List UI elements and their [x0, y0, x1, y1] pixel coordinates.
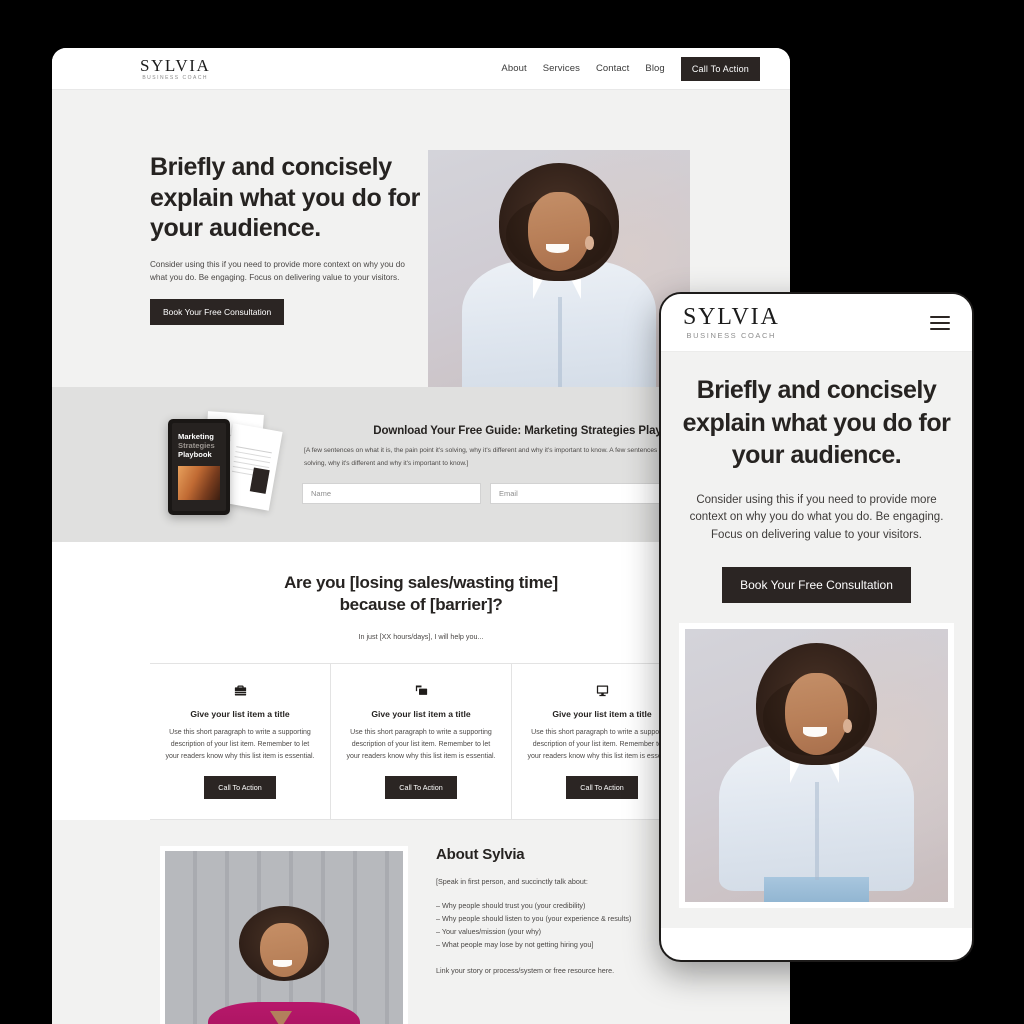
ebook-tablet: Marketing Strategies Playbook [168, 418, 230, 515]
mobile-brand-name: SYLVIA [683, 304, 780, 331]
feature-card: Give your list item a title Use this sho… [150, 663, 331, 820]
windows-icon [345, 682, 497, 700]
nav-link-contact[interactable]: Contact [596, 63, 629, 74]
portrait-illustration-2 [165, 851, 403, 1024]
hamburger-bar [930, 327, 950, 330]
nav-link-services[interactable]: Services [543, 63, 580, 74]
about-bullet: – What people may lose by not getting hi… [436, 939, 594, 949]
about-image [160, 846, 408, 1024]
desktop-hero-cta-button[interactable]: Book Your Free Consultation [150, 298, 285, 325]
desktop-logo[interactable]: SYLVIA BUSINESS COACH [140, 57, 210, 81]
briefcase-icon [164, 682, 316, 700]
mobile-hero-image [679, 622, 954, 908]
feature-card-cta-button[interactable]: Call To Action [385, 776, 457, 800]
portrait-placket [815, 781, 820, 881]
mobile-brand-tagline: BUSINESS COACH [686, 331, 777, 341]
ebook-cover-photo [178, 465, 220, 500]
feature-cards: Give your list item a title Use this sho… [150, 662, 692, 821]
brand-name: SYLVIA [140, 55, 211, 75]
about-bullet: – Why people should trust you (your cred… [436, 901, 586, 911]
ebook-cover-title: Marketing Strategies Playbook [178, 432, 220, 460]
mobile-mockup: SYLVIA BUSINESS COACH Briefly and concis… [659, 292, 974, 962]
portrait-earring [842, 719, 852, 733]
desktop-nav: About Services Contact Blog Call To Acti… [501, 56, 760, 81]
mobile-hero-cta-button[interactable]: Book Your Free Consultation [722, 566, 911, 603]
email-input[interactable] [490, 482, 669, 504]
ebook-mockup: Marketing Strategies Playbook [160, 409, 283, 521]
mobile-header: SYLVIA BUSINESS COACH [661, 294, 972, 352]
desktop-hero-body: Consider using this if you need to provi… [150, 259, 405, 283]
feature-card-body: Use this short paragraph to write a supp… [527, 728, 677, 761]
mobile-logo[interactable]: SYLVIA BUSINESS COACH [683, 305, 780, 340]
feature-card-title: Give your list item a title [190, 708, 290, 719]
portrait-skirt [763, 877, 870, 902]
about-bullet: – Your values/mission (your why) [436, 926, 542, 936]
feature-card-body: Use this short paragraph to write a supp… [346, 728, 496, 761]
portrait2-smile [273, 960, 293, 967]
portrait-illustration [428, 150, 690, 412]
feature-card-cta-button[interactable]: Call To Action [204, 776, 276, 800]
ebook-screen: Marketing Strategies Playbook [172, 422, 226, 511]
about-bullet: – Why people should listen to you (your … [436, 914, 632, 924]
brand-tagline: BUSINESS COACH [142, 74, 209, 81]
portrait-face [784, 672, 849, 755]
nav-link-blog[interactable]: Blog [645, 63, 664, 74]
feature-card: Give your list item a title Use this sho… [331, 663, 512, 820]
portrait-placket [557, 296, 562, 392]
desktop-hero-heading: Briefly and concisely explain what you d… [150, 153, 420, 243]
feature-card-title: Give your list item a title [552, 708, 652, 719]
portrait2-face [260, 922, 308, 978]
mobile-hero-section: Briefly and concisely explain what you d… [661, 352, 972, 928]
ebook-title-line3: Playbook [178, 450, 212, 460]
about-tail-text: Link your story or process/system or fre… [436, 965, 615, 975]
portrait-face [527, 191, 591, 271]
portrait-earring [585, 236, 595, 250]
hamburger-icon[interactable] [930, 315, 950, 330]
mobile-hero-heading: Briefly and concisely explain what you d… [682, 376, 951, 469]
nav-cta-button[interactable]: Call To Action [680, 56, 760, 81]
monitor-icon [526, 682, 678, 700]
pain-heading: Are you [losing sales/wasting time] beca… [284, 573, 558, 614]
portrait2-neckline [269, 1010, 292, 1024]
hamburger-bar [930, 315, 950, 318]
name-input[interactable] [302, 482, 481, 504]
mobile-hero-body: Consider using this if you need to provi… [689, 493, 944, 542]
portrait-illustration-mobile [685, 628, 948, 902]
about-bullet-list: – Why people should trust you (your cred… [436, 900, 631, 951]
desktop-header: SYLVIA BUSINESS COACH About Services Con… [52, 48, 790, 90]
about-heading: About Sylvia [436, 846, 525, 864]
feature-card-title: Give your list item a title [371, 708, 471, 719]
canvas: SYLVIA BUSINESS COACH About Services Con… [0, 0, 1024, 1024]
ebook-title-line2: Strategies [178, 440, 215, 450]
hamburger-bar [930, 321, 950, 324]
about-copy: About Sylvia [Speak in first person, and… [436, 846, 661, 1024]
desktop-hero-copy: Briefly and concisely explain what you d… [150, 152, 420, 325]
nav-link-about[interactable]: About [501, 63, 526, 74]
about-intro: [Speak in first person, and succinctly t… [436, 877, 588, 887]
feature-card-cta-button[interactable]: Call To Action [566, 776, 638, 800]
portrait-smile [803, 727, 827, 737]
desktop-hero-image [428, 150, 690, 412]
ebook-title-line1: Marketing [178, 431, 214, 441]
feature-card-body: Use this short paragraph to write a supp… [165, 728, 315, 761]
